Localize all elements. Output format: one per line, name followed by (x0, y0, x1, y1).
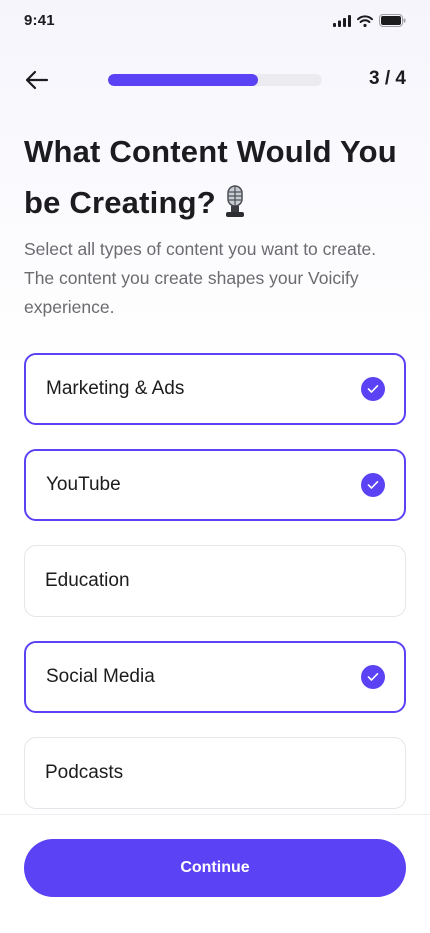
option-label: Podcasts (45, 762, 124, 783)
status-icons (333, 14, 406, 27)
option-label: Social Media (46, 666, 155, 687)
signal-icon (333, 14, 351, 27)
battery-icon (379, 14, 406, 27)
progress-bar (108, 74, 322, 86)
option-education[interactable]: Education (24, 545, 406, 617)
header: 3 / 4 (0, 60, 430, 100)
check-icon (361, 377, 385, 401)
option-marketing-ads[interactable]: Marketing & Ads (24, 353, 406, 425)
page-subtitle: Select all types of content you want to … (24, 239, 377, 317)
check-icon (361, 473, 385, 497)
option-label: Education (45, 570, 130, 591)
option-podcasts[interactable]: Podcasts (24, 737, 406, 809)
page-title-text: What Content Would You be Creating? (24, 134, 397, 220)
back-button[interactable] (22, 66, 52, 94)
progress-fill (108, 74, 258, 86)
option-label: YouTube (46, 474, 121, 495)
wifi-icon (357, 14, 373, 27)
option-social-media[interactable]: Social Media (24, 641, 406, 713)
option-label: Marketing & Ads (46, 378, 185, 399)
status-bar: 9:41 (0, 0, 430, 44)
status-time: 9:41 (24, 12, 55, 29)
step-counter: 3 / 4 (369, 68, 406, 89)
arrow-left-icon (25, 70, 49, 90)
microphone-icon (222, 183, 248, 234)
check-icon (361, 665, 385, 689)
option-youtube[interactable]: YouTube (24, 449, 406, 521)
footer: Continue (0, 814, 430, 933)
content-type-options: Marketing & Ads YouTube Education Social… (24, 353, 406, 833)
continue-button[interactable]: Continue (24, 839, 406, 897)
page-title: What Content Would You be Creating? (24, 126, 414, 234)
